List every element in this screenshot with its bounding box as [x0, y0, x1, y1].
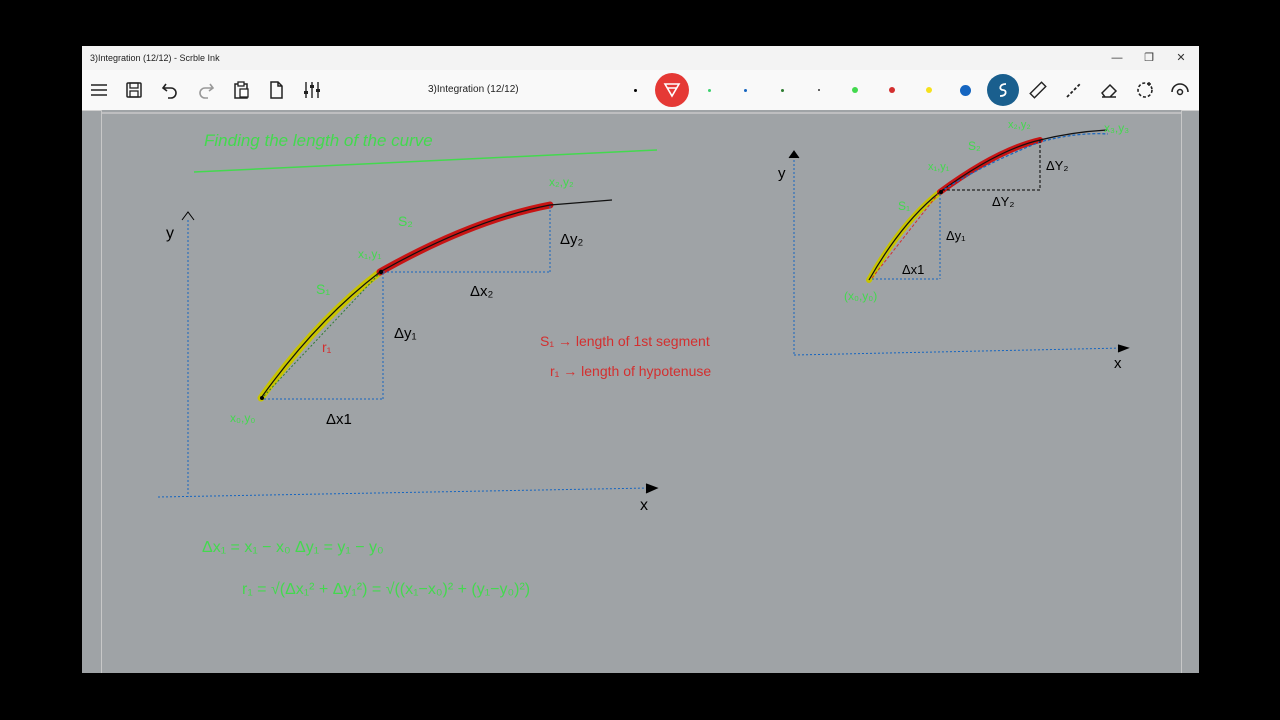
pen-green[interactable]: [849, 84, 861, 96]
restore-button[interactable]: ❐: [1135, 49, 1163, 67]
view-icon[interactable]: [1166, 76, 1194, 104]
eraser-icon[interactable]: [1095, 76, 1123, 104]
left-x1y1-label: x₁,y₁: [358, 247, 381, 261]
heading-underline: [193, 149, 658, 173]
page-icon[interactable]: [262, 76, 290, 104]
minimize-button[interactable]: —: [1103, 49, 1131, 67]
right-x3y3-label: x₃,y₃: [1104, 121, 1129, 135]
right-dx1-label: Δx1: [902, 262, 924, 277]
ruler-icon[interactable]: [1024, 76, 1052, 104]
left-x-label: x: [640, 497, 648, 514]
settings-sliders-icon[interactable]: [298, 76, 326, 104]
equation-deltas: Δx₁ = x₁ − x₀ Δy₁ = y₁ − y₀: [202, 539, 384, 556]
left-s2-label: S₂: [398, 213, 413, 229]
left-x0y0-label: x₀,y₀: [230, 411, 255, 425]
right-x-label: x: [1114, 355, 1122, 372]
right-dx2-label: ΔY₂: [992, 194, 1014, 209]
left-dx2-label: Δx₂: [470, 283, 494, 300]
smooth-pen-icon: [999, 83, 1007, 97]
undo-icon[interactable]: [156, 76, 184, 104]
paste-icon[interactable]: [227, 76, 255, 104]
pen-red-selected[interactable]: [655, 73, 689, 107]
right-x2y2-label: x₂,y₂: [1008, 119, 1031, 131]
definition-r1: r₁ → length of hypotenuse: [550, 363, 711, 379]
pen-red[interactable]: [886, 84, 898, 96]
pen-tip-icon: [663, 83, 681, 98]
toolbar: 3)Integration (12/12): [82, 70, 1199, 111]
pen-gray-thin[interactable]: [813, 84, 825, 96]
left-dy1-label: Δy₁: [394, 325, 417, 342]
left-dy2-label: Δy₂: [560, 231, 584, 248]
right-x0y0-label: (x₀,y₀): [844, 289, 877, 303]
pen-yellow[interactable]: [923, 84, 935, 96]
right-y-label: y: [778, 165, 786, 182]
heading-text: Finding the length of the curve: [204, 131, 433, 150]
right-s1-label: S₁: [898, 199, 910, 213]
redo-icon[interactable]: [192, 76, 220, 104]
document-title: 3)Integration (12/12): [428, 84, 519, 95]
lasso-icon[interactable]: [1131, 76, 1159, 104]
menu-icon[interactable]: [85, 76, 113, 104]
save-icon[interactable]: [120, 76, 148, 104]
ink-canvas[interactable]: Finding the length of the curve y x x₀,y…: [101, 110, 1182, 673]
right-dy1-label: Δy₁: [946, 228, 966, 243]
pen-blue[interactable]: [959, 84, 971, 96]
smooth-pen-button[interactable]: [987, 74, 1019, 106]
dashed-line-icon[interactable]: [1060, 76, 1088, 104]
window-title: 3)Integration (12/12) - Scrble Ink: [90, 53, 220, 63]
equation-r1: r₁ = √(Δx₁² + Δy₁²) = √((x₁−x₀)² + (y₁−y…: [242, 581, 530, 598]
definition-s1: S₁ → length of 1st segment: [540, 333, 710, 349]
left-s1-label: S₁: [316, 281, 330, 297]
pen-green-thin[interactable]: [703, 84, 715, 96]
right-x1y1-label: x₁,y₁: [928, 161, 950, 173]
right-dy2-label: ΔY₂: [1046, 158, 1068, 173]
title-bar: 3)Integration (12/12) - Scrble Ink — ❐ ✕: [82, 46, 1199, 70]
right-diagram: y x (x₀,y₀) x₁,y₁ x₂,y₂ x₃,y₃ S₁ S₂ Δx1: [778, 119, 1130, 372]
pen-darkgreen-thin[interactable]: [776, 84, 788, 96]
left-dx1-label: Δx1: [326, 411, 352, 428]
pen-black[interactable]: [629, 84, 641, 96]
close-button[interactable]: ✕: [1167, 49, 1195, 67]
left-y-label: y: [166, 225, 174, 242]
left-x2y2-label: x₂,y₂: [549, 175, 574, 189]
left-r1-label: r₁: [322, 339, 332, 355]
right-s2-label: S₂: [968, 139, 981, 153]
pen-blue-thin[interactable]: [739, 84, 751, 96]
app-window: 3)Integration (12/12) - Scrble Ink — ❐ ✕…: [82, 46, 1199, 673]
